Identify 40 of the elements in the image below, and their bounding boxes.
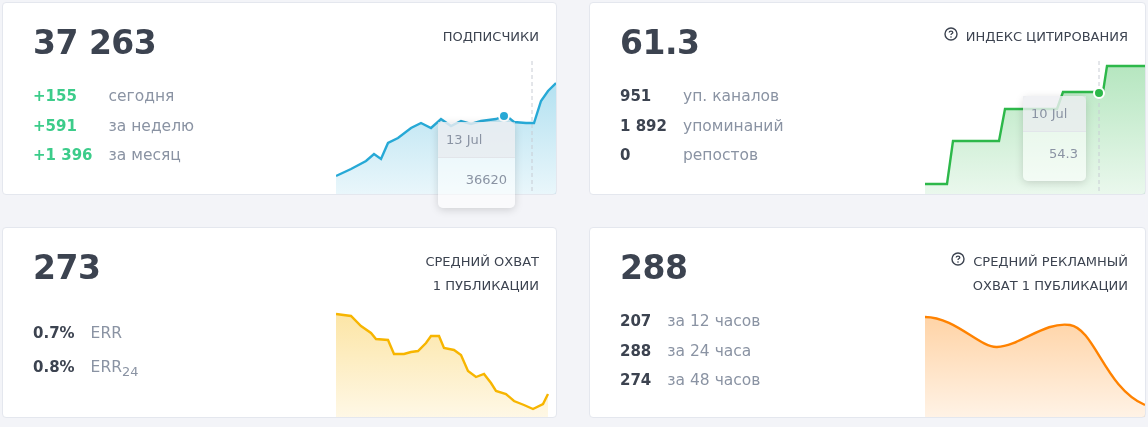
point-marker [498, 110, 510, 122]
card-title: 1 ПУБЛИКАЦИИ [431, 277, 539, 295]
metric-value: 273 [33, 248, 102, 287]
stat-label: упоминаний [683, 115, 784, 137]
card-title: ПОДПИСЧИКИ [442, 28, 539, 46]
stat-value: 951 [620, 86, 653, 107]
stat-label: за 24 часа [667, 340, 753, 362]
stat-value: +591 [33, 115, 78, 137]
card-title: СРЕДНИЙ РЕКЛАМНЫЙ [972, 253, 1128, 271]
stat-value: 0 [620, 145, 632, 166]
stat-label: за 48 часов [667, 370, 761, 391]
stat-value: 274 [620, 370, 652, 391]
stat-label: ERR$_{24}$ [90, 356, 139, 381]
stat-label: за месяц [108, 145, 182, 166]
tooltip-date: 10 Jul [1023, 96, 1086, 132]
metric-value: 288 [620, 248, 689, 287]
stat-value: +1 396 [33, 145, 93, 166]
stat-label: уп. каналов [683, 86, 781, 107]
help-icon[interactable] [950, 252, 965, 266]
tooltip-value: 54.3 [1048, 145, 1079, 161]
stat-value: 0.7% [33, 322, 75, 344]
stat-label: за 12 часов [667, 311, 761, 332]
metric-value: 37 263 [33, 23, 158, 62]
stat-value: 0.8% [33, 356, 75, 378]
card-title: ИНДЕКС ЦИТИРОВАНИЯ [965, 28, 1128, 46]
stat-label: за неделю [108, 115, 195, 137]
tooltip-value: 36620 [464, 171, 508, 187]
card-title: ОХВАТ 1 ПУБЛИКАЦИИ [972, 277, 1128, 295]
stat-value: +155 [33, 86, 78, 107]
stat-label: репостов [683, 145, 760, 166]
stat-value: 207 [620, 311, 652, 332]
stat-value: 1 892 [620, 115, 667, 137]
metric-value: 61.3 [620, 23, 701, 62]
point-marker [1093, 87, 1105, 99]
tooltip-date: 13 Jul [438, 122, 515, 158]
stat-value: 288 [620, 340, 652, 362]
help-icon[interactable] [943, 27, 958, 41]
stat-label: сегодня [108, 86, 176, 107]
stat-label: ERR [90, 322, 123, 344]
card-title: СРЕДНИЙ ОХВАТ [425, 253, 539, 271]
